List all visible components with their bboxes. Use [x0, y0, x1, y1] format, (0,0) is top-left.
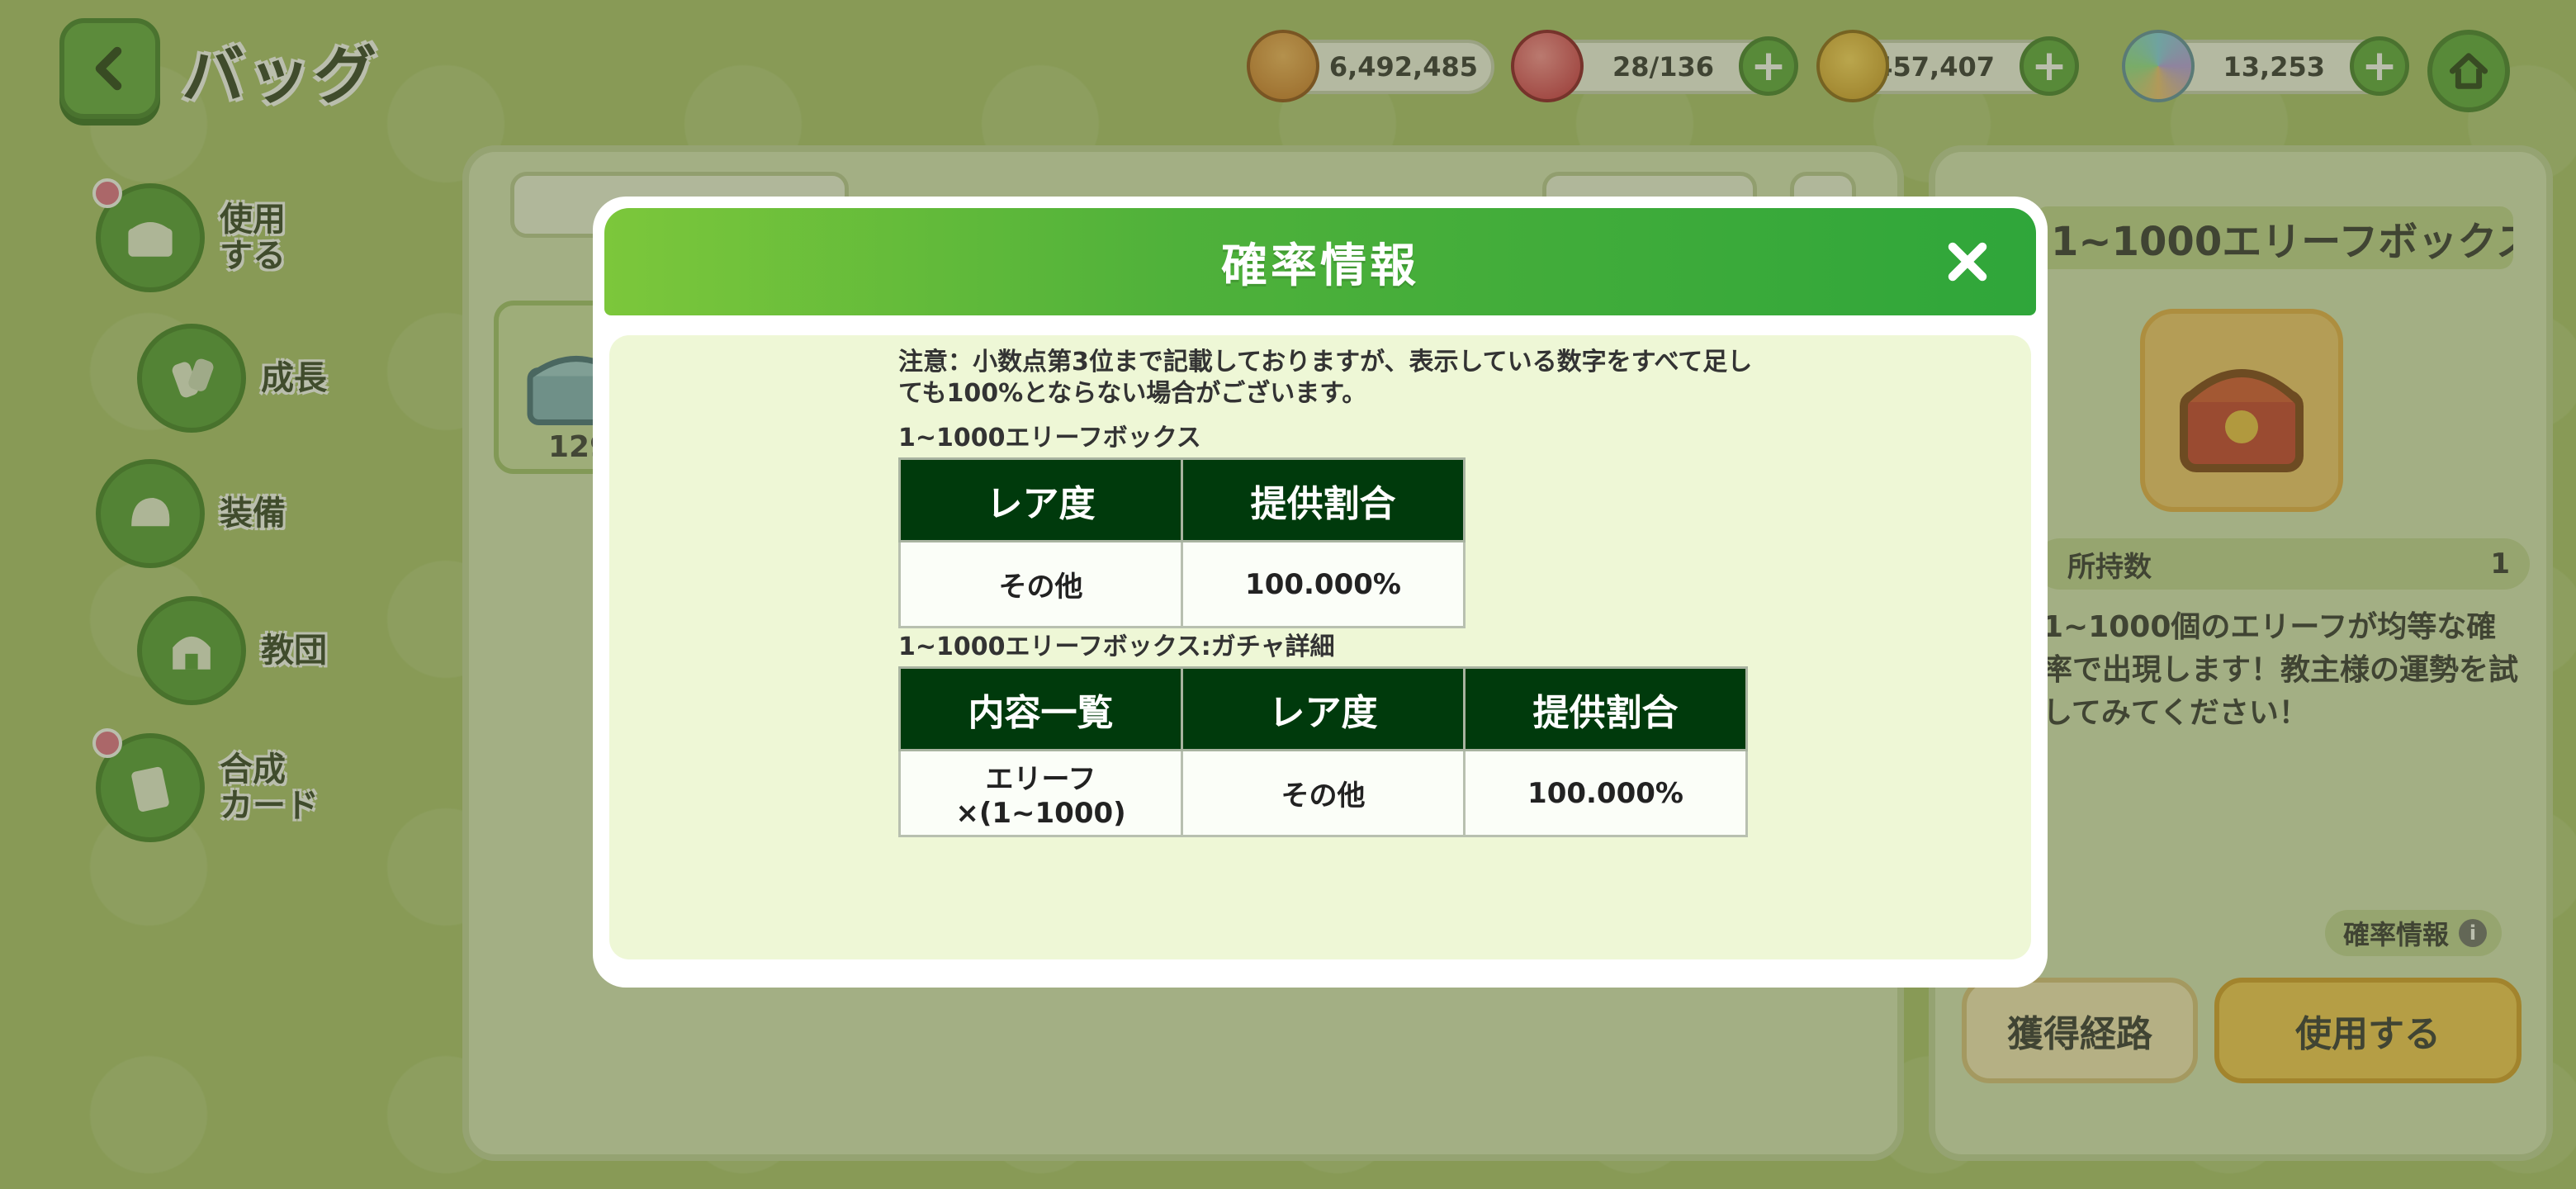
- probability-modal: 確率情報 注意：小数点第3位まで記載しておりますが、表示している数字をすべて足し…: [593, 197, 2048, 988]
- table2-label: 1~1000エリーフボックス:ガチャ詳細: [898, 632, 1335, 661]
- column-header: 提供割合: [1463, 666, 1748, 751]
- column-header: レア度: [898, 457, 1183, 542]
- column-header: レア度: [1181, 666, 1466, 751]
- close-button[interactable]: [1940, 234, 1995, 289]
- close-icon: [1948, 242, 1987, 282]
- table-cell: 100.000%: [1181, 540, 1466, 628]
- modal-body[interactable]: 注意：小数点第3位まで記載しておりますが、表示している数字をすべて足しても100…: [609, 335, 2031, 959]
- table-cell: その他: [1181, 749, 1466, 837]
- table-cell: その他: [898, 540, 1183, 628]
- rarity-table: レア度 提供割合 その他 100.000%: [898, 457, 1466, 628]
- table-cell: 100.000%: [1463, 749, 1748, 837]
- modal-header: 確率情報: [604, 208, 2036, 315]
- table-header-row: レア度 提供割合: [898, 457, 1466, 542]
- table-row: エリーフ×(1~1000) その他 100.000%: [898, 749, 1748, 837]
- column-header: 提供割合: [1181, 457, 1466, 542]
- table-header-row: 内容一覧 レア度 提供割合: [898, 666, 1748, 751]
- table1-label: 1~1000エリーフボックス: [898, 424, 1201, 452]
- table-row: その他 100.000%: [898, 540, 1466, 628]
- notice-text: 注意：小数点第3位まで記載しておりますが、表示している数字をすべて足しても100…: [898, 348, 1753, 408]
- probability-content: 注意：小数点第3位まで記載しておりますが、表示している数字をすべて足しても100…: [898, 347, 1773, 837]
- modal-title: 確率情報: [1221, 239, 1419, 293]
- gacha-detail-table: 内容一覧 レア度 提供割合 エリーフ×(1~1000) その他 100.000%: [898, 666, 1748, 837]
- table-cell: エリーフ×(1~1000): [898, 749, 1183, 837]
- column-header: 内容一覧: [898, 666, 1183, 751]
